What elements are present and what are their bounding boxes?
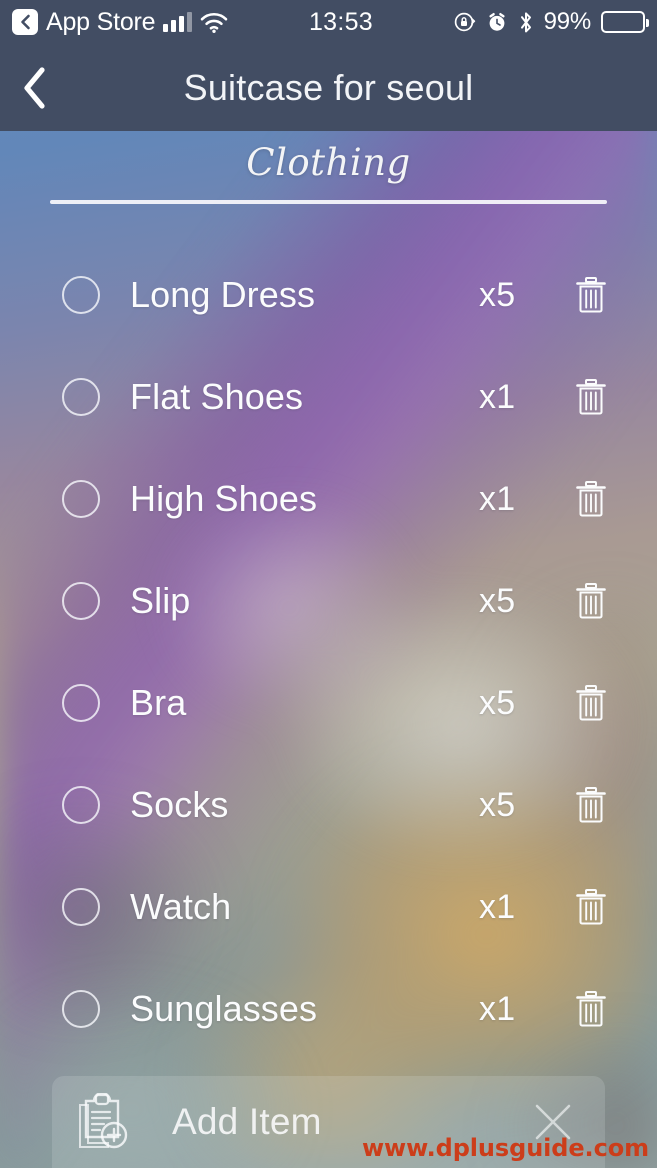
table-row[interactable]: Watch x1 xyxy=(0,856,657,958)
trash-icon xyxy=(576,379,606,415)
item-name: Flat Shoes xyxy=(130,376,304,417)
trash-icon xyxy=(576,685,606,721)
packing-item-list: Long Dress x5 Flat Shoes x1 High Shoes x… xyxy=(0,244,657,1060)
cellular-signal-icon xyxy=(163,12,193,32)
circle-unchecked-icon[interactable] xyxy=(62,480,100,518)
item-name: Socks xyxy=(130,784,229,825)
alarm-clock-icon xyxy=(488,13,505,31)
clipboard-add-icon xyxy=(74,1093,136,1151)
trash-icon xyxy=(576,889,606,925)
item-name: Long Dress xyxy=(130,274,316,315)
circle-unchecked-icon[interactable] xyxy=(62,276,100,314)
delete-item-button[interactable] xyxy=(565,990,617,1028)
status-bar-clock: 13:53 xyxy=(308,7,373,36)
wifi-icon xyxy=(201,12,228,33)
item-quantity: x1 xyxy=(479,887,516,926)
item-name: High Shoes xyxy=(130,478,318,519)
table-row[interactable]: Flat Shoes x1 xyxy=(0,346,657,448)
page-title: Suitcase for seoul xyxy=(183,66,474,108)
section-divider xyxy=(50,200,607,204)
item-quantity: x5 xyxy=(479,581,516,620)
main-content: Clothing Long Dress x5 Flat Shoes x1 Hig… xyxy=(0,131,657,1168)
table-row[interactable]: Long Dress x5 xyxy=(0,244,657,346)
circle-unchecked-icon[interactable] xyxy=(62,378,100,416)
delete-item-button[interactable] xyxy=(565,582,617,620)
item-quantity: x1 xyxy=(479,377,516,416)
table-row[interactable]: Bra x5 xyxy=(0,652,657,754)
trash-icon xyxy=(576,991,606,1027)
circle-unchecked-icon[interactable] xyxy=(62,582,100,620)
status-bar-back-badge[interactable] xyxy=(12,9,38,35)
battery-full-icon xyxy=(601,11,649,33)
delete-item-button[interactable] xyxy=(565,480,617,518)
watermark: www.dplusguide.com xyxy=(361,1134,649,1162)
navigation-bar: Suitcase for seoul xyxy=(0,44,657,131)
table-row[interactable]: Sunglasses x1 xyxy=(0,958,657,1060)
circle-unchecked-icon[interactable] xyxy=(62,786,100,824)
table-row[interactable]: Slip x5 xyxy=(0,550,657,652)
circle-unchecked-icon[interactable] xyxy=(62,684,100,722)
item-name: Watch xyxy=(130,886,232,927)
status-bar: App Store 13:53 99% xyxy=(0,0,657,44)
phone-screen: App Store 13:53 99% Suitcase for seoul C… xyxy=(0,0,657,1168)
section-title: Clothing xyxy=(246,141,411,184)
circle-unchecked-icon[interactable] xyxy=(62,990,100,1028)
item-quantity: x5 xyxy=(479,785,516,824)
chevron-left-icon xyxy=(20,14,30,30)
delete-item-button[interactable] xyxy=(565,276,617,314)
item-name: Bra xyxy=(130,682,187,723)
delete-item-button[interactable] xyxy=(565,786,617,824)
trash-icon xyxy=(576,481,606,517)
item-name: Slip xyxy=(130,580,191,621)
bluetooth-icon xyxy=(520,11,531,32)
item-quantity: x5 xyxy=(479,683,516,722)
chevron-left-icon xyxy=(24,66,45,109)
circle-unchecked-icon[interactable] xyxy=(62,888,100,926)
table-row[interactable]: High Shoes x1 xyxy=(0,448,657,550)
rotation-lock-icon xyxy=(454,12,475,32)
back-button[interactable] xyxy=(0,44,70,131)
battery-percent-label: 99% xyxy=(543,8,592,35)
item-quantity: x5 xyxy=(479,275,516,314)
carrier-label: App Store xyxy=(46,7,156,36)
trash-icon xyxy=(576,277,606,313)
delete-item-button[interactable] xyxy=(565,684,617,722)
item-quantity: x1 xyxy=(479,989,516,1028)
trash-icon xyxy=(576,583,606,619)
delete-item-button[interactable] xyxy=(565,378,617,416)
trash-icon xyxy=(576,787,606,823)
item-quantity: x1 xyxy=(479,479,516,518)
item-name: Sunglasses xyxy=(130,988,318,1029)
delete-item-button[interactable] xyxy=(565,888,617,926)
table-row[interactable]: Socks x5 xyxy=(0,754,657,856)
